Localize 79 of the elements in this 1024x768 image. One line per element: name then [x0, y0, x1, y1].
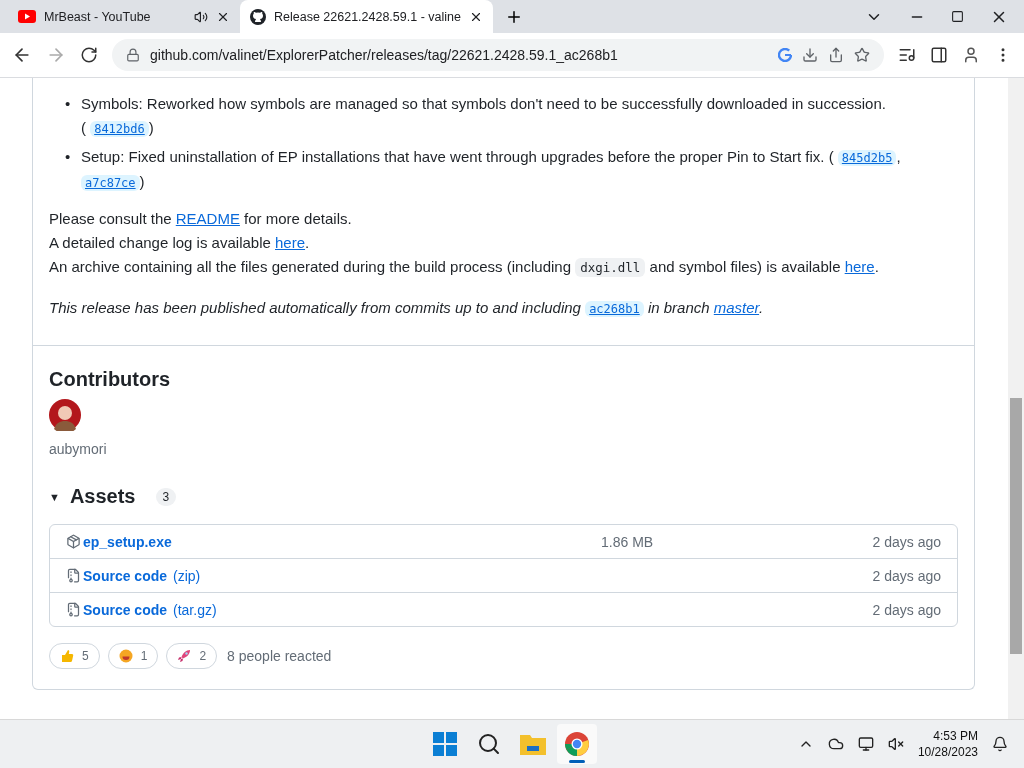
file-zip-icon: [66, 602, 81, 617]
commit-link[interactable]: 8412bd6: [90, 121, 149, 137]
muted-speaker-icon[interactable]: [887, 736, 904, 752]
section-heading: Contributors: [49, 368, 172, 391]
reaction-button[interactable]: 1: [107, 643, 159, 669]
text-link[interactable]: here: [275, 234, 306, 251]
commit-link[interactable]: a7c87ce: [81, 175, 140, 191]
cloud-icon[interactable]: [827, 736, 844, 752]
contributor-name[interactable]: aubymori: [49, 441, 958, 457]
body-text: and symbol files) is available: [649, 258, 841, 275]
asset-link[interactable]: ep_setup.exe: [66, 533, 172, 550]
body-text: for more details.: [244, 210, 352, 227]
bookmark-star-icon[interactable]: [854, 47, 870, 63]
bullet-marker: •: [65, 94, 71, 114]
asset-size: 1.86 MB: [601, 533, 654, 550]
tab-title: MrBeast - YouTube: [44, 9, 152, 24]
github-icon: [250, 8, 266, 25]
body-text: .: [305, 234, 310, 251]
scrollbar[interactable]: [1008, 78, 1024, 719]
body-text: .: [874, 258, 879, 275]
bullet-marker: •: [65, 147, 71, 167]
asset-count: 3: [155, 487, 177, 506]
inline-code: dxgi.dll: [575, 258, 646, 277]
clock[interactable]: 4:53 PM 10/28/2023: [917, 728, 978, 760]
asset-date: 2 days ago: [871, 601, 941, 618]
profile-icon[interactable]: [962, 46, 980, 64]
search-icon[interactable]: [477, 732, 501, 756]
body-text: (: [81, 119, 86, 136]
body-text: in branch: [647, 299, 710, 316]
restore-icon[interactable]: [951, 10, 964, 23]
side-panel-icon[interactable]: [930, 46, 948, 64]
notification-bell-icon[interactable]: [992, 736, 1008, 752]
section-heading[interactable]: Assets: [69, 485, 136, 508]
url-text: github.com/valinet/ExplorerPatcher/releases/tag/22621.2428.59.1_ac268b1: [150, 47, 619, 63]
rocket-icon: [177, 649, 192, 663]
reaction-button[interactable]: 2: [166, 643, 218, 669]
taskbar-app[interactable]: [557, 724, 597, 764]
body-text: A detailed change log is available: [49, 234, 271, 251]
avatar[interactable]: [49, 399, 81, 431]
body-text: An archive containing all the files generated during the build process (including: [49, 258, 571, 275]
body-text: ,: [896, 148, 901, 165]
chrome-icon[interactable]: [564, 731, 590, 757]
caret-icon[interactable]: ▼: [49, 490, 60, 503]
body-text: .: [759, 299, 764, 316]
body-text: This release has been published automatically from commits up to and including: [49, 299, 581, 316]
reload-icon[interactable]: [80, 46, 98, 64]
asset-link[interactable]: Source code (tar.gz): [66, 601, 217, 618]
youtube-icon: [18, 10, 36, 23]
text-link[interactable]: README: [175, 210, 240, 227]
commit-link[interactable]: ac268b1: [585, 301, 644, 317]
media-icon[interactable]: [898, 46, 916, 64]
commit-link[interactable]: 845d2b5: [837, 150, 897, 166]
reaction-button[interactable]: 5: [49, 643, 100, 669]
body-text: Please consult the: [49, 210, 172, 227]
tab-title: Release 22621.2428.59.1 - valine: [274, 9, 461, 24]
body-text: Symbols: Reworked how symbols are managed so that symbols don't need to be successfully downloaded in succession.: [81, 95, 886, 112]
file-zip-icon: [66, 568, 81, 583]
network-icon[interactable]: [857, 736, 874, 752]
asset-date: 2 days ago: [871, 533, 941, 550]
folder-icon[interactable]: [520, 733, 546, 755]
package-icon: [66, 534, 81, 549]
windows-logo-icon[interactable]: [433, 732, 457, 756]
lock-icon: [126, 48, 140, 62]
browser-tab[interactable]: MrBeast - YouTube: [8, 0, 240, 33]
address-bar[interactable]: github.com/valinet/ExplorerPatcher/releases/tag/22621.2428.59.1_ac268b1: [112, 39, 884, 71]
laughing-face-icon: [118, 649, 133, 663]
speaker-icon[interactable]: [194, 9, 208, 24]
browser-tab[interactable]: Release 22621.2428.59.1 - valine: [240, 0, 493, 33]
install-icon[interactable]: [802, 47, 818, 63]
reaction-summary: 8 people reacted: [227, 648, 332, 664]
share-icon[interactable]: [828, 47, 844, 63]
body-text: ): [148, 119, 154, 136]
body-text: Setup: Fixed uninstallation of EP installations that have went through upgrades before the proper Pin to Start fix. (: [81, 148, 834, 165]
body-text: ): [139, 173, 145, 190]
text-link[interactable]: here: [844, 258, 875, 275]
asset-date: 2 days ago: [871, 567, 941, 584]
thumbs-up-icon: [60, 649, 74, 663]
asset-link[interactable]: Source code (zip): [66, 567, 201, 584]
google-icon[interactable]: [778, 48, 792, 62]
